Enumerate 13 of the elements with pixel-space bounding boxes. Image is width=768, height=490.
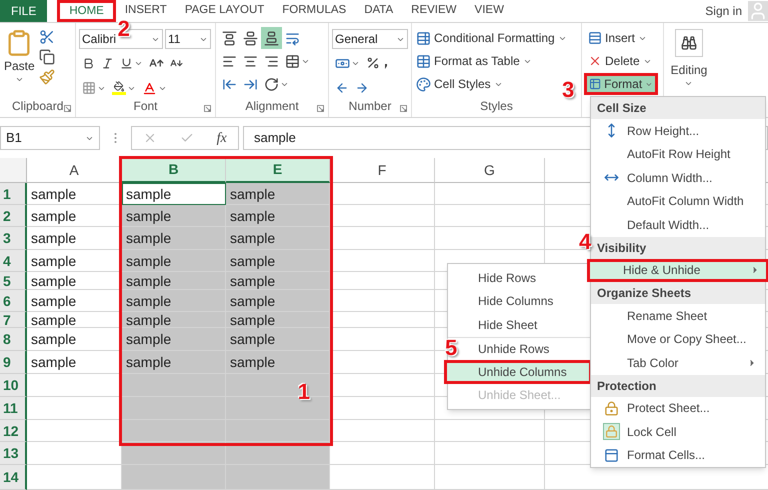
group-label: Number bbox=[348, 100, 392, 112]
group-label: Styles bbox=[479, 100, 514, 112]
step-number: 3 bbox=[562, 79, 574, 101]
step-number: 1 bbox=[298, 381, 310, 403]
menu-section-header: Protection bbox=[591, 374, 765, 396]
menu-section-header: Cell Size bbox=[591, 97, 765, 119]
group-label: Font bbox=[132, 100, 158, 112]
step-number: 5 bbox=[445, 337, 458, 359]
step-number: 4 bbox=[579, 230, 592, 252]
group-label: Clipboard bbox=[12, 100, 63, 112]
group-label: Alignment bbox=[244, 100, 300, 112]
menu-section-header: Visibility bbox=[591, 236, 765, 258]
menu-section-header: Organize Sheets bbox=[591, 282, 765, 304]
